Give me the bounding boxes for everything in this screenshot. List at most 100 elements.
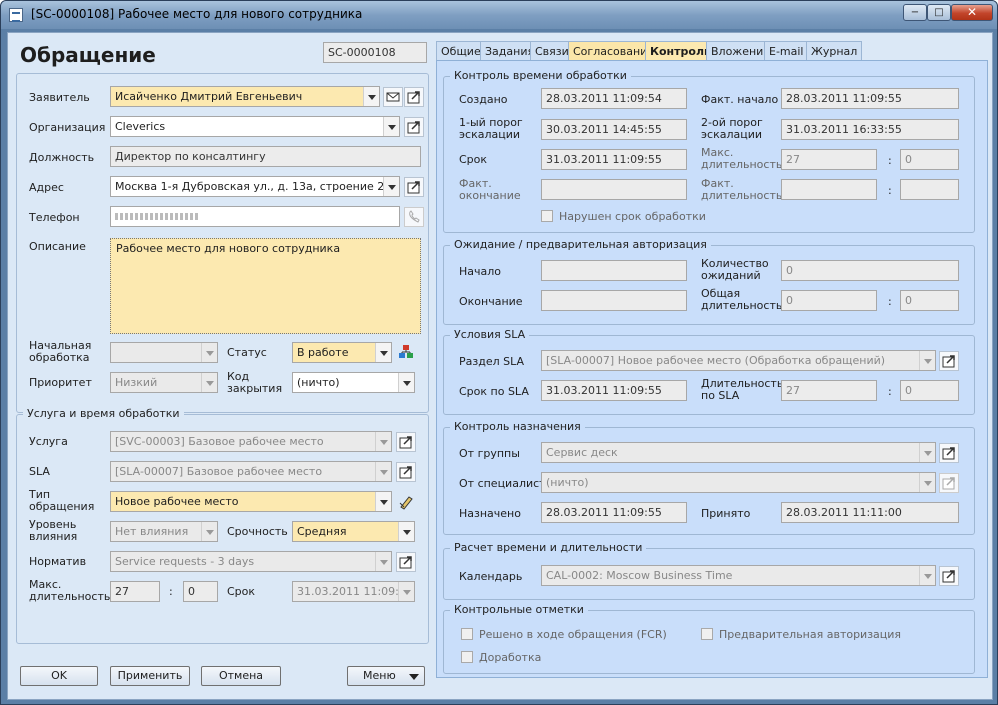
open-card-icon <box>942 477 955 490</box>
norm-field[interactable]: Service requests - 3 days <box>110 551 392 572</box>
open-calendar-button[interactable] <box>939 566 959 586</box>
preauth-checkbox[interactable] <box>701 628 713 640</box>
assigned-label: Назначено <box>459 507 521 520</box>
service-group-title: Услуга и время обработки <box>23 407 184 420</box>
fromspec-field[interactable]: (ничто) <box>541 472 936 493</box>
urgency-label: Срочность <box>227 525 288 538</box>
chevron-down-icon[interactable] <box>375 432 391 451</box>
chevron-down-icon[interactable] <box>383 117 399 136</box>
service-label: Услуга <box>29 435 68 448</box>
deadline-value: 31.03.2011 11:09:55 <box>297 585 413 598</box>
chevron-down-icon[interactable] <box>375 552 391 571</box>
chevron-down-icon[interactable] <box>375 462 391 481</box>
waitcount-field: 0 <box>781 260 959 281</box>
open-service-button[interactable] <box>396 432 416 452</box>
title-bar[interactable]: [SC-0000108] Рабочее место для нового со… <box>1 1 997 29</box>
service-field[interactable]: [SVC-00003] Базовое рабочее место <box>110 431 392 452</box>
violated-checkbox[interactable] <box>541 210 553 222</box>
workflow-button[interactable] <box>396 342 416 362</box>
cancel-button[interactable]: Отмена <box>201 666 281 686</box>
fcr-checkbox[interactable] <box>461 628 473 640</box>
open-card-icon <box>942 355 955 368</box>
chevron-down-icon[interactable] <box>919 566 935 585</box>
status-value: В работе <box>297 346 349 359</box>
slasection-label: Раздел SLA <box>459 355 525 368</box>
chevron-down-icon[interactable] <box>375 343 391 362</box>
calendar-field[interactable]: CAL-0002: Moscow Business Time <box>541 565 936 586</box>
applicant-field[interactable]: Исайченко Дмитрий Евгеньевич <box>110 86 380 107</box>
status-field[interactable]: В работе <box>292 342 392 363</box>
tab-general[interactable]: Общие <box>436 41 486 61</box>
tab-email[interactable]: E-mail <box>764 41 809 61</box>
maxdur-min-right: 0 <box>900 149 959 170</box>
type-action-button[interactable] <box>396 492 416 512</box>
workflow-icon <box>399 345 413 358</box>
maximize-button[interactable]: □ <box>927 4 951 21</box>
chevron-down-icon[interactable] <box>383 177 399 196</box>
slasection-field[interactable]: [SLA-00007] Новое рабочее место (Обработ… <box>541 350 936 371</box>
open-card-icon <box>942 447 955 460</box>
type-field[interactable]: Новое рабочее место <box>110 491 392 512</box>
chevron-down-icon[interactable] <box>398 522 414 541</box>
control-panel: Контроль времени обработки Создано 28.03… <box>436 60 988 678</box>
open-sla-button[interactable] <box>396 462 416 482</box>
open-fromspec-button[interactable] <box>939 473 959 493</box>
applicant-value: Исайченко Дмитрий Евгеньевич <box>115 90 303 103</box>
chevron-down-icon[interactable] <box>919 473 935 492</box>
chevron-down-icon[interactable] <box>919 443 935 462</box>
rework-checkbox[interactable] <box>461 651 473 663</box>
chevron-down-icon[interactable] <box>201 373 217 392</box>
apply-button[interactable]: Применить <box>110 666 190 686</box>
priority-field[interactable]: Низкий <box>110 372 218 393</box>
chevron-down-icon[interactable] <box>398 373 414 392</box>
urgency-field[interactable]: Средняя <box>292 521 415 542</box>
created-field: 28.03.2011 11:09:54 <box>541 88 687 109</box>
checkmarks-group: Контрольные отметки Решено в ходе обраще… <box>443 603 975 674</box>
org-value: Cleverics <box>115 120 166 133</box>
tab-journal[interactable]: Журнал <box>806 41 863 61</box>
ok-button[interactable]: OK <box>20 666 98 686</box>
chevron-down-icon[interactable] <box>398 582 414 601</box>
client-area: Обращение SC-0000108 Заявитель Исайченко… <box>7 32 993 700</box>
open-card-icon <box>942 570 955 583</box>
impact-field[interactable]: Нет влияния <box>110 521 218 542</box>
esc1-field: 30.03.2011 14:45:55 <box>541 119 687 140</box>
sla-conditions-group: Условия SLA Раздел SLA [SLA-00007] Новое… <box>443 328 975 415</box>
chevron-down-icon[interactable] <box>919 351 935 370</box>
chevron-down-icon[interactable] <box>201 343 217 362</box>
chevron-down-icon[interactable] <box>363 87 379 106</box>
open-slasection-button[interactable] <box>939 351 959 371</box>
address-field[interactable]: Москва 1-я Дубровская ул., д. 13а, строе… <box>110 176 400 197</box>
open-fromgroup-button[interactable] <box>939 443 959 463</box>
menu-button[interactable]: Меню <box>347 666 425 686</box>
factdur-hours <box>781 179 877 200</box>
phone-field[interactable] <box>110 206 400 227</box>
fcr-label: Решено в ходе обращения (FCR) <box>479 628 667 641</box>
initial-field[interactable] <box>110 342 218 363</box>
maxdur-min-field: 0 <box>183 581 218 602</box>
fromgroup-label: От группы <box>459 447 520 460</box>
maxdur-right-label: Макс. длительность <box>701 146 783 171</box>
call-button[interactable] <box>404 207 424 227</box>
open-applicant-button[interactable] <box>404 87 424 107</box>
closecode-field[interactable]: (ничто) <box>292 372 415 393</box>
assignment-title: Контроль назначения <box>450 420 585 433</box>
chevron-down-icon[interactable] <box>375 492 391 511</box>
open-org-button[interactable] <box>404 117 424 137</box>
open-norm-button[interactable] <box>396 552 416 572</box>
service-group: Услуга и время обработки Услуга [SVC-000… <box>16 407 429 644</box>
minimize-button[interactable]: − <box>903 4 927 21</box>
closecode-label: Код закрытия <box>227 370 283 395</box>
description-field[interactable]: Рабочее место для нового сотрудника <box>110 238 421 334</box>
calendar-title: Расчет времени и длительности <box>450 541 647 554</box>
org-field[interactable]: Cleverics <box>110 116 400 137</box>
app-window: [SC-0000108] Рабочее место для нового со… <box>0 0 998 705</box>
fromgroup-field[interactable]: Сервис деск <box>541 442 936 463</box>
close-button[interactable]: ✕ <box>951 4 993 21</box>
sla-field[interactable]: [SLA-00007] Базовое рабочее место <box>110 461 392 482</box>
ticket-id-field: SC-0000108 <box>323 42 427 63</box>
email-button[interactable] <box>383 87 403 107</box>
chevron-down-icon[interactable] <box>201 522 217 541</box>
deadline-field[interactable]: 31.03.2011 11:09:55 <box>292 581 415 602</box>
open-address-button[interactable] <box>404 177 424 197</box>
